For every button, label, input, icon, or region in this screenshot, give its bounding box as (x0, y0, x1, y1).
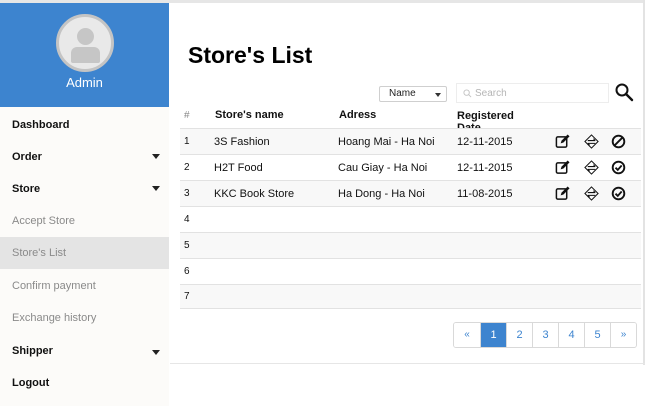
row-store-name: H2T Food (214, 162, 263, 174)
pagination-page-2[interactable]: 2 (506, 323, 532, 347)
check-circle-icon[interactable] (611, 160, 626, 175)
avatar-body-shape (71, 47, 100, 63)
sidebar-item-dashboard[interactable]: Dashboard (0, 109, 169, 141)
search-input[interactable] (475, 86, 605, 100)
check-circle-icon[interactable] (611, 186, 626, 201)
search-icon (463, 89, 472, 98)
sidebar-item-logout[interactable]: Logout (0, 367, 169, 399)
sidebar-item-store[interactable]: Store (0, 173, 169, 205)
avatar-head-shape (77, 28, 94, 45)
row-number: 1 (184, 136, 190, 147)
table-row: 2 H2T Food Cau Giay - Ha Noi 12-11-2015 (180, 154, 641, 180)
sidebar-item-label: Store's List (12, 247, 67, 259)
sidebar-item-label: Accept Store (12, 215, 75, 227)
sidebar-item-label: Logout (12, 377, 50, 389)
chevron-down-icon (152, 186, 160, 191)
column-header-number: # (184, 110, 190, 121)
row-address: Hoang Mai - Ha Noi (338, 136, 435, 148)
row-number: 3 (184, 188, 190, 199)
table-row: 5 (180, 232, 641, 258)
edit-icon[interactable] (555, 186, 570, 201)
sidebar-item-label: Store (12, 183, 41, 195)
pagination-page-4[interactable]: 4 (558, 323, 584, 347)
transfer-icon[interactable] (584, 134, 599, 149)
chevron-down-icon (152, 154, 160, 159)
edit-icon[interactable] (555, 134, 570, 149)
transfer-icon[interactable] (584, 186, 599, 201)
search-icon[interactable] (614, 82, 634, 102)
sidebar-item-label: Shipper (12, 345, 53, 357)
block-icon[interactable] (611, 134, 626, 149)
table-row: 3 KKC Book Store Ha Dong - Ha Noi 11-08-… (180, 180, 641, 206)
sidebar-item-label: Exchange history (12, 312, 97, 324)
column-header-address[interactable]: Adress (339, 109, 376, 121)
row-number: 6 (184, 266, 190, 277)
transfer-icon[interactable] (584, 160, 599, 175)
search-box[interactable] (456, 83, 609, 103)
avatar[interactable] (56, 14, 114, 72)
edit-icon[interactable] (555, 160, 570, 175)
row-number: 4 (184, 214, 190, 225)
sidebar-item-order[interactable]: Order (0, 141, 169, 173)
row-date: 12-11-2015 (457, 162, 513, 174)
sidebar-item-label: Dashboard (12, 119, 70, 131)
page-title: Store's List (188, 42, 313, 68)
table-row: 1 3S Fashion Hoang Mai - Ha Noi 12-11-20… (180, 128, 641, 154)
content-bottom-border (170, 363, 645, 364)
sidebar-item-accept-store[interactable]: Accept Store (0, 205, 169, 237)
sidebar-item-exchange-history[interactable]: Exchange history (0, 302, 169, 334)
table-row: 6 (180, 258, 641, 284)
column-header-store-name[interactable]: Store's name (215, 109, 284, 121)
pagination-prev[interactable]: « (454, 323, 480, 347)
sidebar-item-label: Confirm payment (12, 280, 96, 292)
row-date: 11-08-2015 (457, 188, 513, 200)
app-root: Admin Dashboard Order Store Accept Store… (0, 0, 645, 406)
sidebar: Admin Dashboard Order Store Accept Store… (0, 3, 169, 406)
pagination-next[interactable]: » (610, 323, 636, 347)
pagination: « 1 2 3 4 5 » (453, 322, 637, 348)
row-number: 5 (184, 240, 190, 251)
pagination-page-5[interactable]: 5 (584, 323, 610, 347)
table-row: 4 (180, 206, 641, 232)
profile-panel: Admin (0, 3, 169, 107)
sort-select[interactable]: Name (379, 86, 447, 102)
row-store-name: KKC Book Store (214, 188, 295, 200)
chevron-down-icon (435, 93, 441, 97)
sort-select-value: Name (389, 88, 416, 99)
sidebar-item-stores-list[interactable]: Store's List (0, 237, 169, 269)
row-address: Ha Dong - Ha Noi (338, 188, 425, 200)
sidebar-item-shipper[interactable]: Shipper (0, 335, 169, 367)
sidebar-item-confirm-payment[interactable]: Confirm payment (0, 270, 169, 302)
row-number: 7 (184, 291, 190, 302)
table-row: 7 (180, 284, 641, 308)
table-bottom-border (180, 308, 641, 309)
row-date: 12-11-2015 (457, 136, 513, 148)
row-address: Cau Giay - Ha Noi (338, 162, 428, 174)
row-number: 2 (184, 162, 190, 173)
sidebar-item-label: Order (12, 151, 42, 163)
pagination-page-1[interactable]: 1 (480, 323, 506, 347)
pagination-page-3[interactable]: 3 (532, 323, 558, 347)
profile-name: Admin (66, 75, 103, 90)
chevron-down-icon (152, 350, 160, 355)
row-store-name: 3S Fashion (214, 136, 270, 148)
